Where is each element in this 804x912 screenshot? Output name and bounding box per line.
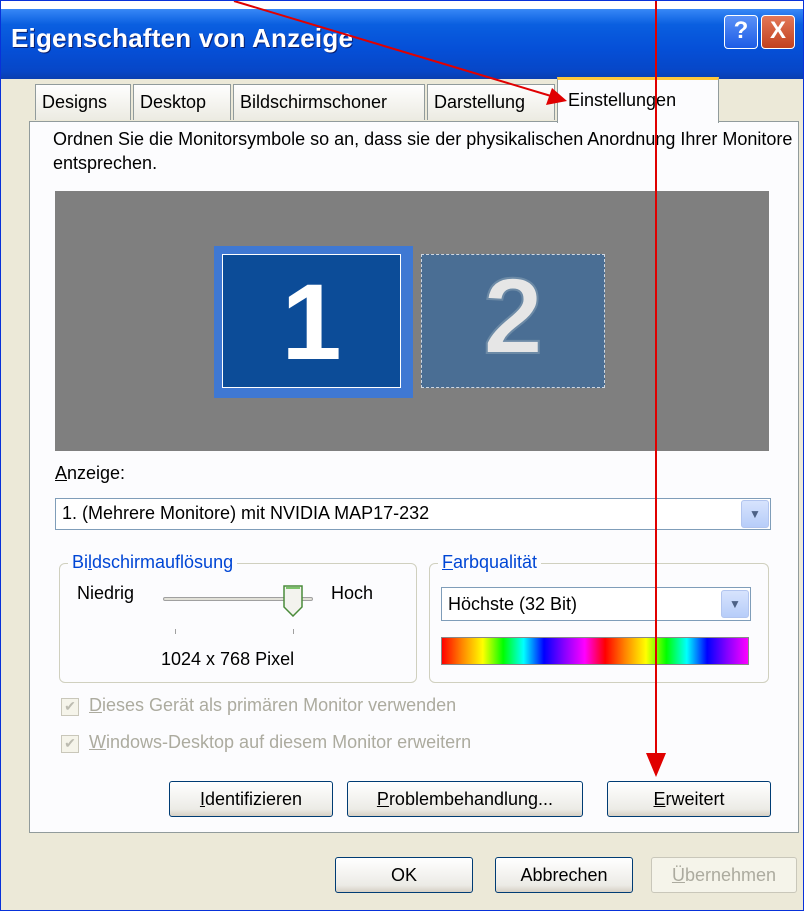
apply-button[interactable]: Übernehmen (651, 857, 797, 893)
monitor-1-screen: 1 (222, 254, 401, 388)
tab-einstellungen[interactable]: Einstellungen (557, 77, 719, 123)
chevron-down-icon[interactable]: ▼ (721, 590, 749, 618)
monitor-2-number: 2 (482, 255, 544, 376)
primary-monitor-checkbox[interactable]: ✔ (61, 698, 79, 716)
monitor-2-icon[interactable]: 2 (421, 254, 605, 388)
tab-bildschirmschoner[interactable]: Bildschirmschoner (233, 84, 425, 120)
tab-darstellung[interactable]: Darstellung (427, 84, 555, 120)
display-select-value: 1. (Mehrere Monitore) mit NVIDIA MAP17-2… (62, 503, 430, 523)
title-bar-top-edge (1, 1, 803, 9)
resolution-low-label: Niedrig (77, 583, 135, 603)
resolution-slider-thumb[interactable] (283, 585, 303, 617)
monitor-1-number: 1 (281, 261, 342, 382)
resolution-group-title: Bildschirmauflösung (68, 552, 238, 573)
chevron-down-icon[interactable]: ▼ (741, 500, 769, 528)
display-select[interactable]: 1. (Mehrere Monitore) mit NVIDIA MAP17-2… (55, 498, 771, 530)
troubleshoot-button[interactable]: Problembehandlung... (347, 781, 583, 817)
extend-desktop-checkbox[interactable]: ✔ (61, 735, 79, 753)
resolution-high-label: Hoch (331, 583, 374, 603)
cancel-button[interactable]: Abbrechen (495, 857, 633, 893)
color-quality-group: Farbqualität (429, 552, 769, 683)
display-properties-window: Eigenschaften von Anzeige ? X Designs De… (0, 0, 804, 911)
window-title: Eigenschaften von Anzeige (11, 23, 354, 53)
advanced-button[interactable]: Erweitert (607, 781, 771, 817)
tab-designs[interactable]: Designs (35, 84, 131, 120)
monitor-1-icon[interactable]: 1 (214, 246, 413, 398)
extend-desktop-label: Windows-Desktop auf diesem Monitor erwei… (89, 732, 472, 752)
color-quality-group-title: Farbqualität (438, 552, 542, 573)
color-spectrum-preview (441, 637, 749, 665)
primary-monitor-label: Dieses Gerät als primären Monitor verwen… (89, 695, 457, 715)
color-quality-select[interactable]: Höchste (32 Bit) ▼ (441, 587, 751, 621)
help-button[interactable]: ? (724, 15, 758, 49)
slider-tick-min (175, 629, 176, 634)
resolution-value: 1024 x 768 Pixel (161, 649, 295, 669)
tab-desktop[interactable]: Desktop (133, 84, 231, 120)
display-label: Anzeige: (55, 463, 126, 483)
identify-button[interactable]: Identifizieren (169, 781, 333, 817)
ok-button[interactable]: OK (335, 857, 473, 893)
slider-tick-max (293, 629, 294, 634)
title-bar[interactable]: Eigenschaften von Anzeige ? X (1, 1, 803, 79)
color-quality-value: Höchste (32 Bit) (448, 594, 578, 614)
close-button[interactable]: X (761, 15, 795, 49)
instruction-text: Ordnen Sie die Monitorsymbole so an, das… (53, 129, 793, 173)
